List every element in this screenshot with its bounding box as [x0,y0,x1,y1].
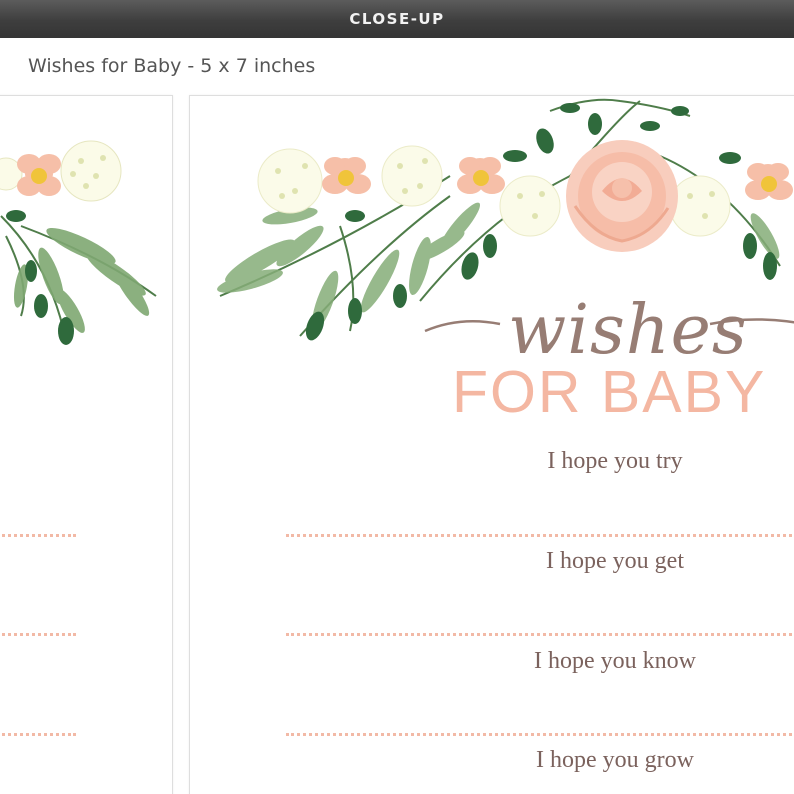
product-title: Wishes for Baby - 5 x 7 inches [28,55,316,77]
banner-label: CLOSE-UP [349,10,445,28]
close-up-banner: CLOSE-UP [0,0,794,38]
floral-decoration-icon [0,140,157,345]
card-title-caps: FOR BABY [452,359,767,425]
writing-line [0,534,76,537]
card-preview-main: wishes FOR BABY I hope you try I hope yo… [189,95,794,794]
wish-prompt: I hope you try [547,448,683,474]
writing-line [286,633,794,636]
writing-line [0,733,76,736]
writing-line [0,633,76,636]
card-preview-left [0,95,173,794]
wish-prompt: I hope you know [534,648,696,674]
writing-line [286,733,794,736]
wish-prompt: I hope you get [546,548,684,574]
wish-prompt: I hope you grow [536,747,694,773]
writing-line [286,534,794,537]
